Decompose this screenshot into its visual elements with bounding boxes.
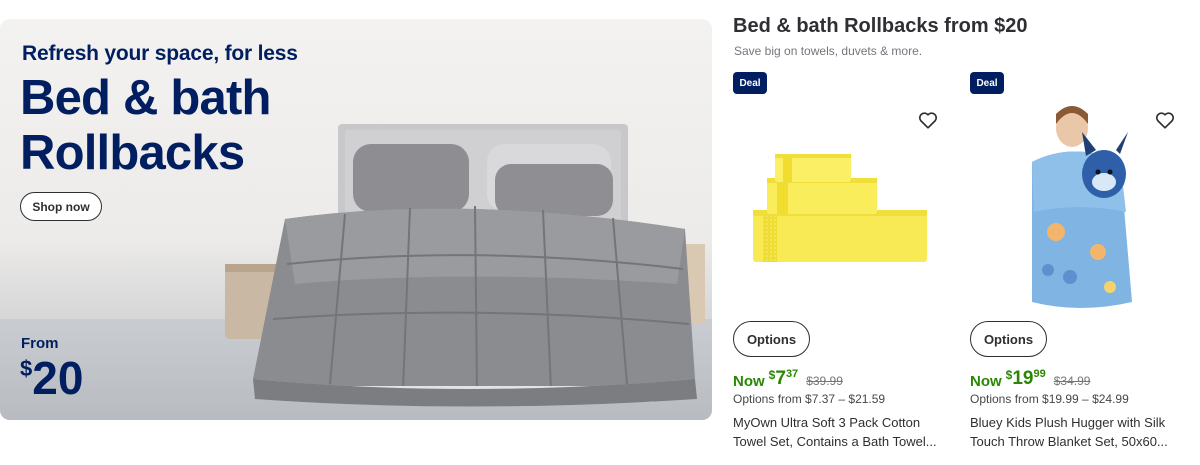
current-price: $737 xyxy=(769,368,799,390)
hero-price-amount: 20 xyxy=(32,352,84,404)
price-dollars: 7 xyxy=(775,368,786,389)
section-subtitle: Save big on towels, duvets & more. xyxy=(734,44,923,58)
was-price: $39.99 xyxy=(806,374,843,388)
hero-price: $20 xyxy=(20,353,83,403)
price-currency: $ xyxy=(768,368,776,382)
hero-title: Bed & bath Rollbacks xyxy=(20,71,340,181)
hero-title-line1: Bed & bath xyxy=(20,71,271,125)
options-button[interactable]: Options xyxy=(970,321,1047,357)
product-title-link[interactable]: Bluey Kids Plush Hugger with Silk Touch … xyxy=(970,413,1185,451)
hero-title-line2: Rollbacks xyxy=(20,126,245,180)
product-title-link[interactable]: MyOwn Ultra Soft 3 Pack Cotton Towel Set… xyxy=(733,413,948,451)
product-title-line1: MyOwn Ultra Soft 3 Pack Cotton xyxy=(733,415,921,430)
product-title-line1: Bluey Kids Plush Hugger with Silk xyxy=(970,415,1166,430)
towel-set-image[interactable] xyxy=(733,102,943,312)
shop-now-button[interactable]: Shop now xyxy=(20,192,102,221)
options-price-range: Options from $7.37 – $21.59 xyxy=(733,392,886,406)
price-dollars: 19 xyxy=(1012,368,1034,389)
section-title: Bed & bath Rollbacks from $20 xyxy=(733,15,1028,37)
product-card[interactable]: Deal Options Now $737 $39.99 Options fro… xyxy=(733,72,943,462)
hero-price-currency: $ xyxy=(20,356,33,381)
options-button[interactable]: Options xyxy=(733,321,810,357)
price-row: Now $737 $39.99 xyxy=(733,368,843,390)
rollbacks-module: Refresh your space, for less Bed & bath … xyxy=(0,0,1200,465)
current-price: $1999 xyxy=(1006,368,1046,390)
price-currency: $ xyxy=(1005,368,1013,382)
was-price: $34.99 xyxy=(1053,374,1091,388)
product-title-line2: Touch Throw Blanket Set, 50x60... xyxy=(970,434,1168,449)
product-card[interactable]: Deal Options Now $1999 $34.99 Options fr… xyxy=(970,72,1180,462)
product-title-line2: Towel Set, Contains a Bath Towel... xyxy=(733,434,937,449)
deal-badge: Deal xyxy=(733,72,767,94)
hero-banner[interactable]: Refresh your space, for less Bed & bath … xyxy=(0,19,712,420)
now-label: Now xyxy=(970,373,1002,390)
now-label: Now xyxy=(733,373,765,390)
hero-from-label: From xyxy=(21,335,59,352)
price-cents: 99 xyxy=(1033,368,1046,380)
hero-eyebrow: Refresh your space, for less xyxy=(22,42,298,65)
price-cents: 37 xyxy=(785,368,799,380)
price-row: Now $1999 $34.99 xyxy=(970,368,1090,390)
options-price-range: Options from $19.99 – $24.99 xyxy=(970,392,1129,406)
deal-badge: Deal xyxy=(970,72,1004,94)
bluey-blanket-image[interactable] xyxy=(970,102,1180,312)
